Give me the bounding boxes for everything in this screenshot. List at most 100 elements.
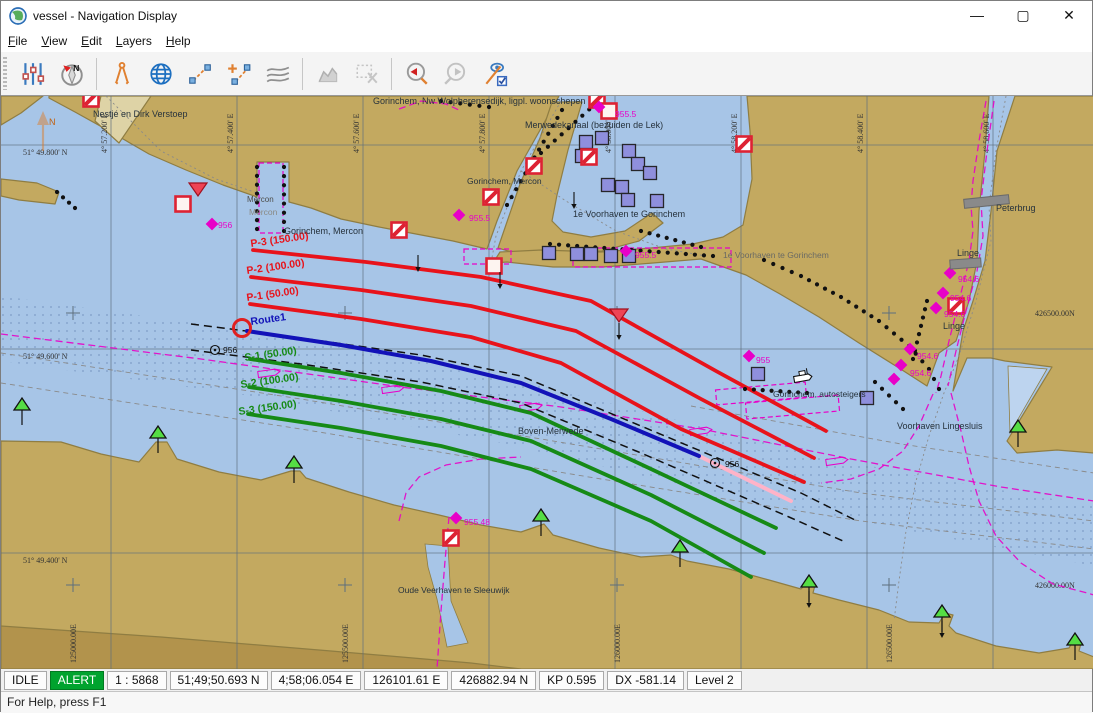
measure-line-button[interactable] bbox=[180, 56, 219, 92]
dividers-button[interactable] bbox=[102, 56, 141, 92]
minimize-button[interactable]: — bbox=[954, 1, 1000, 30]
menu-bar: FileViewEditLayersHelp bbox=[1, 30, 1092, 52]
toolbar-gripper[interactable] bbox=[3, 57, 7, 90]
toolbar-separator bbox=[96, 58, 97, 90]
chart-label: 956 bbox=[725, 459, 739, 469]
pile-dot bbox=[282, 211, 286, 215]
meridian-label: 4° 57.400' E bbox=[226, 113, 235, 153]
contour-lines-icon bbox=[265, 61, 291, 87]
berth-square-symbol bbox=[543, 247, 556, 260]
contour-lines-button[interactable] bbox=[258, 56, 297, 92]
pile-dot bbox=[282, 201, 286, 205]
berth-square-symbol bbox=[622, 194, 635, 207]
berth-square-symbol bbox=[632, 158, 645, 171]
menu-help[interactable]: Help bbox=[159, 32, 198, 50]
pile-dot bbox=[799, 274, 803, 278]
pile-dot bbox=[901, 407, 905, 411]
pile-dot bbox=[780, 266, 784, 270]
notice-mark-symbol bbox=[84, 96, 99, 107]
chart-label: Linge bbox=[943, 321, 965, 331]
status-field-2: 1 : 5868 bbox=[107, 671, 166, 690]
chart-label: 1e Voorhaven te Gorinchem bbox=[723, 250, 829, 260]
easting-label: 125500.00E bbox=[341, 624, 350, 663]
add-measure-icon bbox=[226, 61, 252, 87]
zoom-previous-icon bbox=[404, 61, 430, 87]
status-field-3: 51;49;50.693 N bbox=[170, 671, 268, 690]
chart-label: Boven-Merwede bbox=[518, 426, 584, 436]
pile-dot bbox=[911, 357, 915, 361]
pile-dot bbox=[55, 190, 59, 194]
pile-dot bbox=[915, 340, 919, 344]
pile-dot bbox=[566, 243, 570, 247]
nautical-chart[interactable]: 4° 57.200' E4° 57.400' E4° 57.600' E4° 5… bbox=[1, 96, 1093, 669]
notice-mark-symbol bbox=[487, 259, 502, 274]
display-settings-button[interactable] bbox=[13, 56, 52, 92]
chart-label: Nestjé en Dirk Verstoep bbox=[93, 109, 188, 119]
pile-dot bbox=[509, 195, 513, 199]
pile-dot bbox=[839, 295, 843, 299]
pile-dot bbox=[548, 242, 552, 246]
zoom-previous-button[interactable] bbox=[397, 56, 436, 92]
profile-chart-button[interactable] bbox=[308, 56, 347, 92]
svg-text:N: N bbox=[73, 62, 79, 72]
maximize-button[interactable]: ▢ bbox=[1000, 1, 1046, 30]
clear-selection-button[interactable] bbox=[347, 56, 386, 92]
compass-north-button[interactable]: N bbox=[52, 56, 91, 92]
pile-dot bbox=[937, 387, 941, 391]
pile-dot bbox=[255, 227, 259, 231]
pile-dot bbox=[887, 393, 891, 397]
pile-dot bbox=[557, 243, 561, 247]
pile-dot bbox=[505, 203, 509, 207]
easting-label: 126000.00E bbox=[613, 624, 622, 663]
edit-visibility-button[interactable] bbox=[475, 56, 514, 92]
close-button[interactable]: ✕ bbox=[1046, 1, 1092, 30]
pile-dot bbox=[639, 229, 643, 233]
pile-dot bbox=[647, 231, 651, 235]
chart-label: 955.5 bbox=[469, 213, 491, 223]
pile-dot bbox=[752, 387, 756, 391]
chart-label: 955.5 bbox=[635, 250, 657, 260]
menu-edit[interactable]: Edit bbox=[74, 32, 109, 50]
chart-map[interactable]: 4° 57.200' E4° 57.400' E4° 57.600' E4° 5… bbox=[1, 96, 1092, 669]
pile-dot bbox=[675, 251, 679, 255]
menu-file[interactable]: File bbox=[1, 32, 34, 50]
pile-dot bbox=[815, 282, 819, 286]
pile-dot bbox=[539, 151, 543, 155]
pile-dot bbox=[869, 314, 873, 318]
chart-label: 956 bbox=[218, 220, 232, 230]
chart-label: 954.6 bbox=[917, 351, 939, 361]
chart-label: Gorinchem, Mercon bbox=[467, 176, 542, 186]
zoom-next-button[interactable] bbox=[436, 56, 475, 92]
notice-mark-symbol bbox=[527, 159, 542, 174]
easting-label: 126500.00E bbox=[885, 624, 894, 663]
menu-layers[interactable]: Layers bbox=[109, 32, 159, 50]
pile-dot bbox=[892, 331, 896, 335]
add-measure-button[interactable] bbox=[219, 56, 258, 92]
parallel-label: 51° 49.600' N bbox=[23, 352, 68, 361]
pile-dot bbox=[873, 380, 877, 384]
status-field-8: DX -581.14 bbox=[607, 671, 684, 690]
pile-dot bbox=[693, 253, 697, 257]
pile-dot bbox=[711, 254, 715, 258]
menu-view[interactable]: View bbox=[34, 32, 74, 50]
notice-mark-symbol bbox=[737, 137, 752, 152]
title-bar: vessel - Navigation Display —▢✕ bbox=[1, 1, 1092, 30]
pile-dot bbox=[665, 236, 669, 240]
berth-square-symbol bbox=[585, 248, 598, 261]
edit-visibility-icon bbox=[482, 61, 508, 87]
berth-square-symbol bbox=[580, 136, 593, 149]
chart-label: 955 bbox=[756, 355, 770, 365]
pile-dot bbox=[847, 300, 851, 304]
status-alert-badge: ALERT bbox=[50, 671, 104, 690]
chart-label: 954.6 bbox=[958, 274, 980, 284]
pile-dot bbox=[666, 251, 670, 255]
chart-label: 1e Voorhaven te Gorinchem bbox=[573, 209, 685, 219]
berth-square-symbol bbox=[571, 248, 584, 261]
pile-dot bbox=[282, 183, 286, 187]
meridian-label: 4° 58.600' E bbox=[982, 113, 991, 153]
pile-dot bbox=[862, 309, 866, 313]
globe-button[interactable] bbox=[141, 56, 180, 92]
chart-label: Voorhaven Lingesluis bbox=[897, 421, 983, 431]
status-field-5: 126101.61 E bbox=[364, 671, 448, 690]
pile-dot bbox=[255, 183, 259, 187]
